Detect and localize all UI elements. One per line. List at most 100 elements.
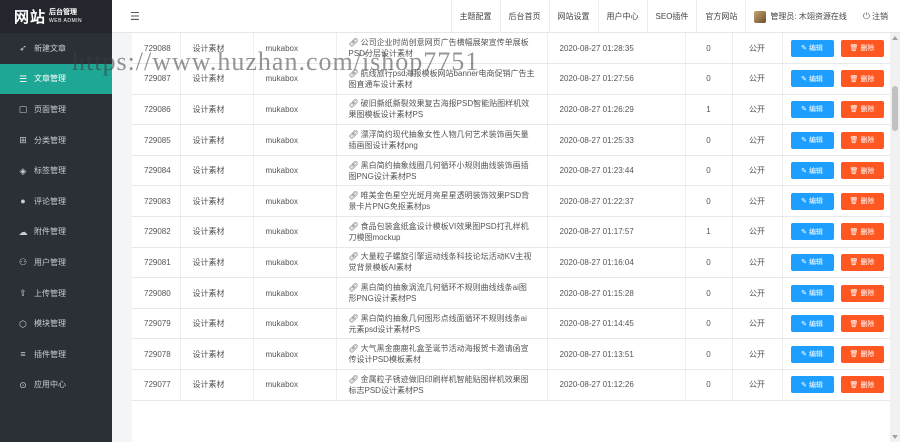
cell-views: 0	[685, 63, 733, 95]
article-title-link[interactable]: 黑白简约抽象涡流几何循环不规则曲线线条ai图形PNG设计素材PS	[349, 283, 527, 303]
sidebar-item[interactable]: ◈ 标签管理	[0, 155, 112, 186]
edit-label: 编辑	[808, 75, 823, 83]
logout-button[interactable]: ⏻ 注销	[855, 0, 900, 33]
article-title-link[interactable]: 食品包装盒纸盒设计模板VI效果图PSD打孔样机刀模图mockup	[349, 222, 529, 242]
scroll-up-arrow-icon[interactable]	[892, 36, 898, 40]
trash-icon: 🗑︎	[849, 137, 859, 145]
article-title-link[interactable]: 黑白简约抽象几何图形点线面循环不规则线条ai元素psd设计素材PS	[349, 314, 527, 334]
sidebar-item[interactable]: ⚇ 用户管理	[0, 247, 112, 278]
link-icon[interactable]: 🔗︎	[349, 252, 359, 261]
cell-status: 公开	[732, 308, 783, 340]
delete-button[interactable]: 🗑︎ 删除	[840, 162, 884, 180]
cell-status: 公开	[732, 94, 783, 126]
logo[interactable]: 网站 后台管理 WEB ADMIN	[0, 0, 112, 33]
link-icon[interactable]: 🔗︎	[349, 344, 359, 353]
sidebar-item[interactable]: ⊙ 应用中心	[0, 370, 112, 401]
article-title-link[interactable]: 金属粒子锈迹做旧印刷样机智能贴图样机效果图标志PSD设计素材PS	[349, 375, 529, 395]
sidebar-item[interactable]: ▢ 页面管理	[0, 94, 112, 125]
link-icon[interactable]: 🔗︎	[349, 222, 359, 231]
trash-icon: 🗑︎	[849, 351, 859, 359]
link-icon[interactable]: 🔗︎	[349, 283, 359, 292]
scroll-thumb[interactable]	[892, 86, 898, 131]
cell-status: 公开	[732, 185, 783, 218]
article-title-link[interactable]: 大气黑金鹿鹿礼盒圣诞节活动海报贺卡邀请函宣传设计PSD模板素材	[349, 344, 529, 364]
link-icon[interactable]: 🔗︎	[349, 38, 359, 47]
cell-category: 设计素材	[180, 216, 254, 248]
delete-button[interactable]: 🗑︎ 删除	[840, 131, 884, 149]
delete-button[interactable]: 🗑︎ 删除	[840, 315, 884, 333]
menu-toggle-icon[interactable]: ☰	[130, 10, 140, 23]
sidebar-item[interactable]: ☁ 附件管理	[0, 217, 112, 248]
article-title-link[interactable]: 航线旅行psd海报模板网站banner电商促销广告主图直通车设计素材	[349, 69, 535, 89]
cell-date: 2020-08-27 01:27:56	[547, 63, 686, 95]
logo-sub-caption: WEB ADMIN	[49, 17, 83, 24]
sidebar-item[interactable]: ⇪ 上传管理	[0, 278, 112, 309]
delete-button[interactable]: 🗑︎ 删除	[840, 39, 884, 57]
cell-title: 🔗︎ 公司企业时尚创意网页广告横幅展架宣传单展板PSD分层设计素材	[336, 33, 548, 65]
delete-button[interactable]: 🗑︎ 删除	[840, 100, 884, 118]
edit-button[interactable]: ✎ 编辑	[790, 253, 834, 271]
article-title-link[interactable]: 公司企业时尚创意网页广告横幅展架宣传单展板PSD分层设计素材	[349, 38, 529, 58]
link-icon[interactable]: 🔗︎	[349, 99, 359, 108]
edit-button[interactable]: ✎ 编辑	[790, 345, 834, 363]
header-link-home[interactable]: 后台首页	[499, 0, 549, 33]
edit-icon: ✎	[801, 198, 807, 206]
cell-author: mukabox	[253, 185, 337, 218]
delete-button[interactable]: 🗑︎ 删除	[840, 253, 884, 271]
header-link-theme[interactable]: 主题配置	[450, 0, 500, 33]
scroll-down-arrow-icon[interactable]	[892, 435, 898, 439]
sidebar-item[interactable]: ≡ 插件管理	[0, 339, 112, 370]
edit-button[interactable]: ✎ 编辑	[790, 39, 834, 57]
edit-button[interactable]: ✎ 编辑	[790, 131, 834, 149]
cell-status: 公开	[732, 33, 783, 65]
edit-button[interactable]: ✎ 编辑	[790, 70, 834, 88]
user-menu[interactable]: 管理员: 木翊资源在线	[745, 0, 854, 33]
sidebar-item-label: 应用中心	[34, 380, 66, 390]
sidebar-item[interactable]: ● 评论管理	[0, 186, 112, 217]
sidebar-item-label: 标签管理	[34, 166, 66, 176]
link-icon[interactable]: 🔗︎	[349, 314, 359, 323]
cell-author: mukabox	[253, 63, 337, 95]
scrollbar[interactable]	[890, 33, 900, 442]
header-link-official[interactable]: 官方网站	[696, 0, 745, 33]
delete-button[interactable]: 🗑︎ 删除	[840, 192, 884, 210]
delete-button[interactable]: 🗑︎ 删除	[840, 345, 884, 363]
article-title-link[interactable]: 大量粒子螺旋引擎运动线条科技论坛活动KV主视觉背景模板AI素材	[349, 252, 532, 272]
link-icon[interactable]: 🔗︎	[349, 130, 359, 139]
trash-icon: 🗑︎	[849, 45, 859, 53]
edit-button[interactable]: ✎ 编辑	[790, 192, 834, 210]
header-link-settings[interactable]: 网站设置	[548, 0, 598, 33]
cell-date: 2020-08-27 01:25:33	[547, 124, 686, 156]
sidebar-item[interactable]: ⊞ 分类管理	[0, 125, 112, 156]
logout-label: 注销	[872, 12, 888, 21]
link-icon[interactable]: 🔗︎	[349, 191, 359, 200]
cell-id: 729078	[132, 338, 181, 371]
link-icon[interactable]: 🔗︎	[349, 69, 359, 78]
article-title-link[interactable]: 破旧撕纸撕裂效果复古海报PSD智能贴图样机效果图模板设计素材PS	[349, 99, 530, 119]
header-link-user-center[interactable]: 用户中心	[597, 0, 647, 33]
link-icon[interactable]: 🔗︎	[349, 375, 359, 384]
sidebar-item-label: 用户管理	[34, 257, 66, 267]
delete-button[interactable]: 🗑︎ 删除	[840, 70, 884, 88]
article-title-link[interactable]: 黑白简约抽象线圈几何循环小规则曲线装饰画插图PNG设计素材PS	[349, 161, 529, 181]
edit-button[interactable]: ✎ 编辑	[790, 100, 834, 118]
sidebar-item[interactable]: ➶ 新建文章	[0, 33, 112, 64]
table-row: 729087 设计素材 mukabox 🔗︎ 航线旅行psd海报模板网站banner电商…	[132, 63, 892, 95]
sidebar-item[interactable]: ⬡ 模块管理	[0, 308, 112, 339]
link-icon[interactable]: 🔗︎	[349, 161, 359, 170]
trash-icon: 🗑︎	[849, 106, 859, 114]
delete-button[interactable]: 🗑︎ 删除	[840, 284, 884, 302]
article-title-link[interactable]: 唯美金色星空光斑月亮星星透明装饰效果PSD背景卡片PNG免抠素材ps	[349, 191, 530, 211]
edit-button[interactable]: ✎ 编辑	[790, 315, 834, 333]
edit-button[interactable]: ✎ 编辑	[790, 223, 834, 241]
edit-button[interactable]: ✎ 编辑	[790, 376, 834, 394]
delete-button[interactable]: 🗑︎ 删除	[840, 376, 884, 394]
edit-button[interactable]: ✎ 编辑	[790, 162, 834, 180]
edit-button[interactable]: ✎ 编辑	[790, 284, 834, 302]
sidebar-item[interactable]: ☰ 文章管理	[0, 63, 112, 95]
header-link-seo[interactable]: SEO插件	[646, 0, 697, 33]
article-title-link[interactable]: 漂浮简约现代抽象女性人物几何艺术装饰画矢量插画图设计素材png	[349, 130, 529, 150]
cell-actions: ✎ 编辑 🗑︎ 删除	[782, 338, 892, 371]
delete-button[interactable]: 🗑︎ 删除	[840, 223, 884, 241]
cell-category: 设计素材	[180, 63, 254, 95]
